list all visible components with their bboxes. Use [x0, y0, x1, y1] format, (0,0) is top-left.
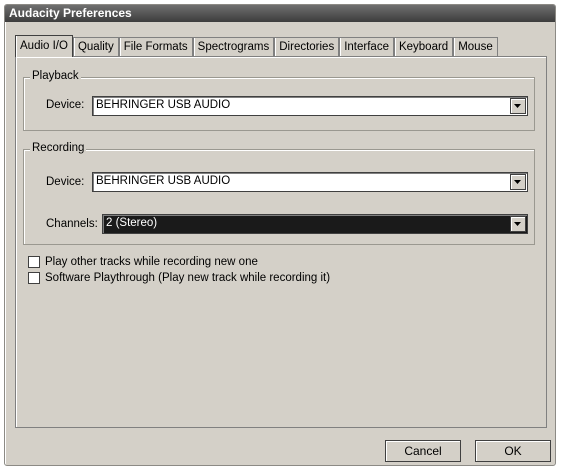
- tab-spectrograms[interactable]: Spectrograms: [192, 37, 275, 56]
- recording-device-value: BEHRINGER USB AUDIO: [96, 175, 231, 187]
- recording-channels-select[interactable]: 2 (Stereo): [102, 214, 528, 234]
- tab-interface[interactable]: Interface: [339, 37, 394, 56]
- window-title: Audacity Preferences: [5, 5, 555, 22]
- software-playthrough-option[interactable]: Software Playthrough (Play new track whi…: [28, 272, 330, 284]
- recording-device-label: Device:: [46, 176, 85, 188]
- recording-group: Recording Device: BEHRINGER USB AUDIO Ch…: [23, 142, 535, 245]
- play-other-tracks-option[interactable]: Play other tracks while recording new on…: [28, 256, 258, 268]
- recording-channels-label: Channels:: [46, 218, 98, 230]
- preferences-window: Audacity Preferences Audio I/O Quality F…: [4, 4, 556, 466]
- cancel-button[interactable]: Cancel: [385, 440, 461, 462]
- play-other-tracks-checkbox[interactable]: [28, 256, 40, 268]
- software-playthrough-checkbox[interactable]: [28, 272, 40, 284]
- tab-directories[interactable]: Directories: [274, 37, 340, 56]
- recording-channels-value: 2 (Stereo): [106, 217, 158, 229]
- tab-mouse[interactable]: Mouse: [453, 37, 498, 56]
- chevron-down-icon[interactable]: [510, 216, 526, 232]
- tab-file-formats[interactable]: File Formats: [118, 37, 193, 56]
- tab-keyboard[interactable]: Keyboard: [393, 37, 454, 56]
- playback-device-select[interactable]: BEHRINGER USB AUDIO: [92, 96, 528, 116]
- recording-device-select[interactable]: BEHRINGER USB AUDIO: [92, 172, 528, 192]
- playback-group: Playback Device: BEHRINGER USB AUDIO: [23, 70, 535, 131]
- playback-device-label: Device:: [46, 99, 85, 111]
- tab-bar: Audio I/O Quality File Formats Spectrogr…: [15, 35, 498, 57]
- recording-group-title: Recording: [30, 142, 87, 154]
- playback-group-title: Playback: [30, 70, 81, 82]
- chevron-down-icon[interactable]: [510, 174, 526, 190]
- playback-device-value: BEHRINGER USB AUDIO: [96, 99, 231, 111]
- tab-audio-io[interactable]: Audio I/O: [15, 35, 73, 57]
- play-other-tracks-label: Play other tracks while recording new on…: [45, 256, 258, 268]
- chevron-down-icon[interactable]: [510, 98, 526, 114]
- ok-button[interactable]: OK: [475, 440, 551, 462]
- tab-quality[interactable]: Quality: [72, 37, 119, 56]
- software-playthrough-label: Software Playthrough (Play new track whi…: [45, 272, 331, 284]
